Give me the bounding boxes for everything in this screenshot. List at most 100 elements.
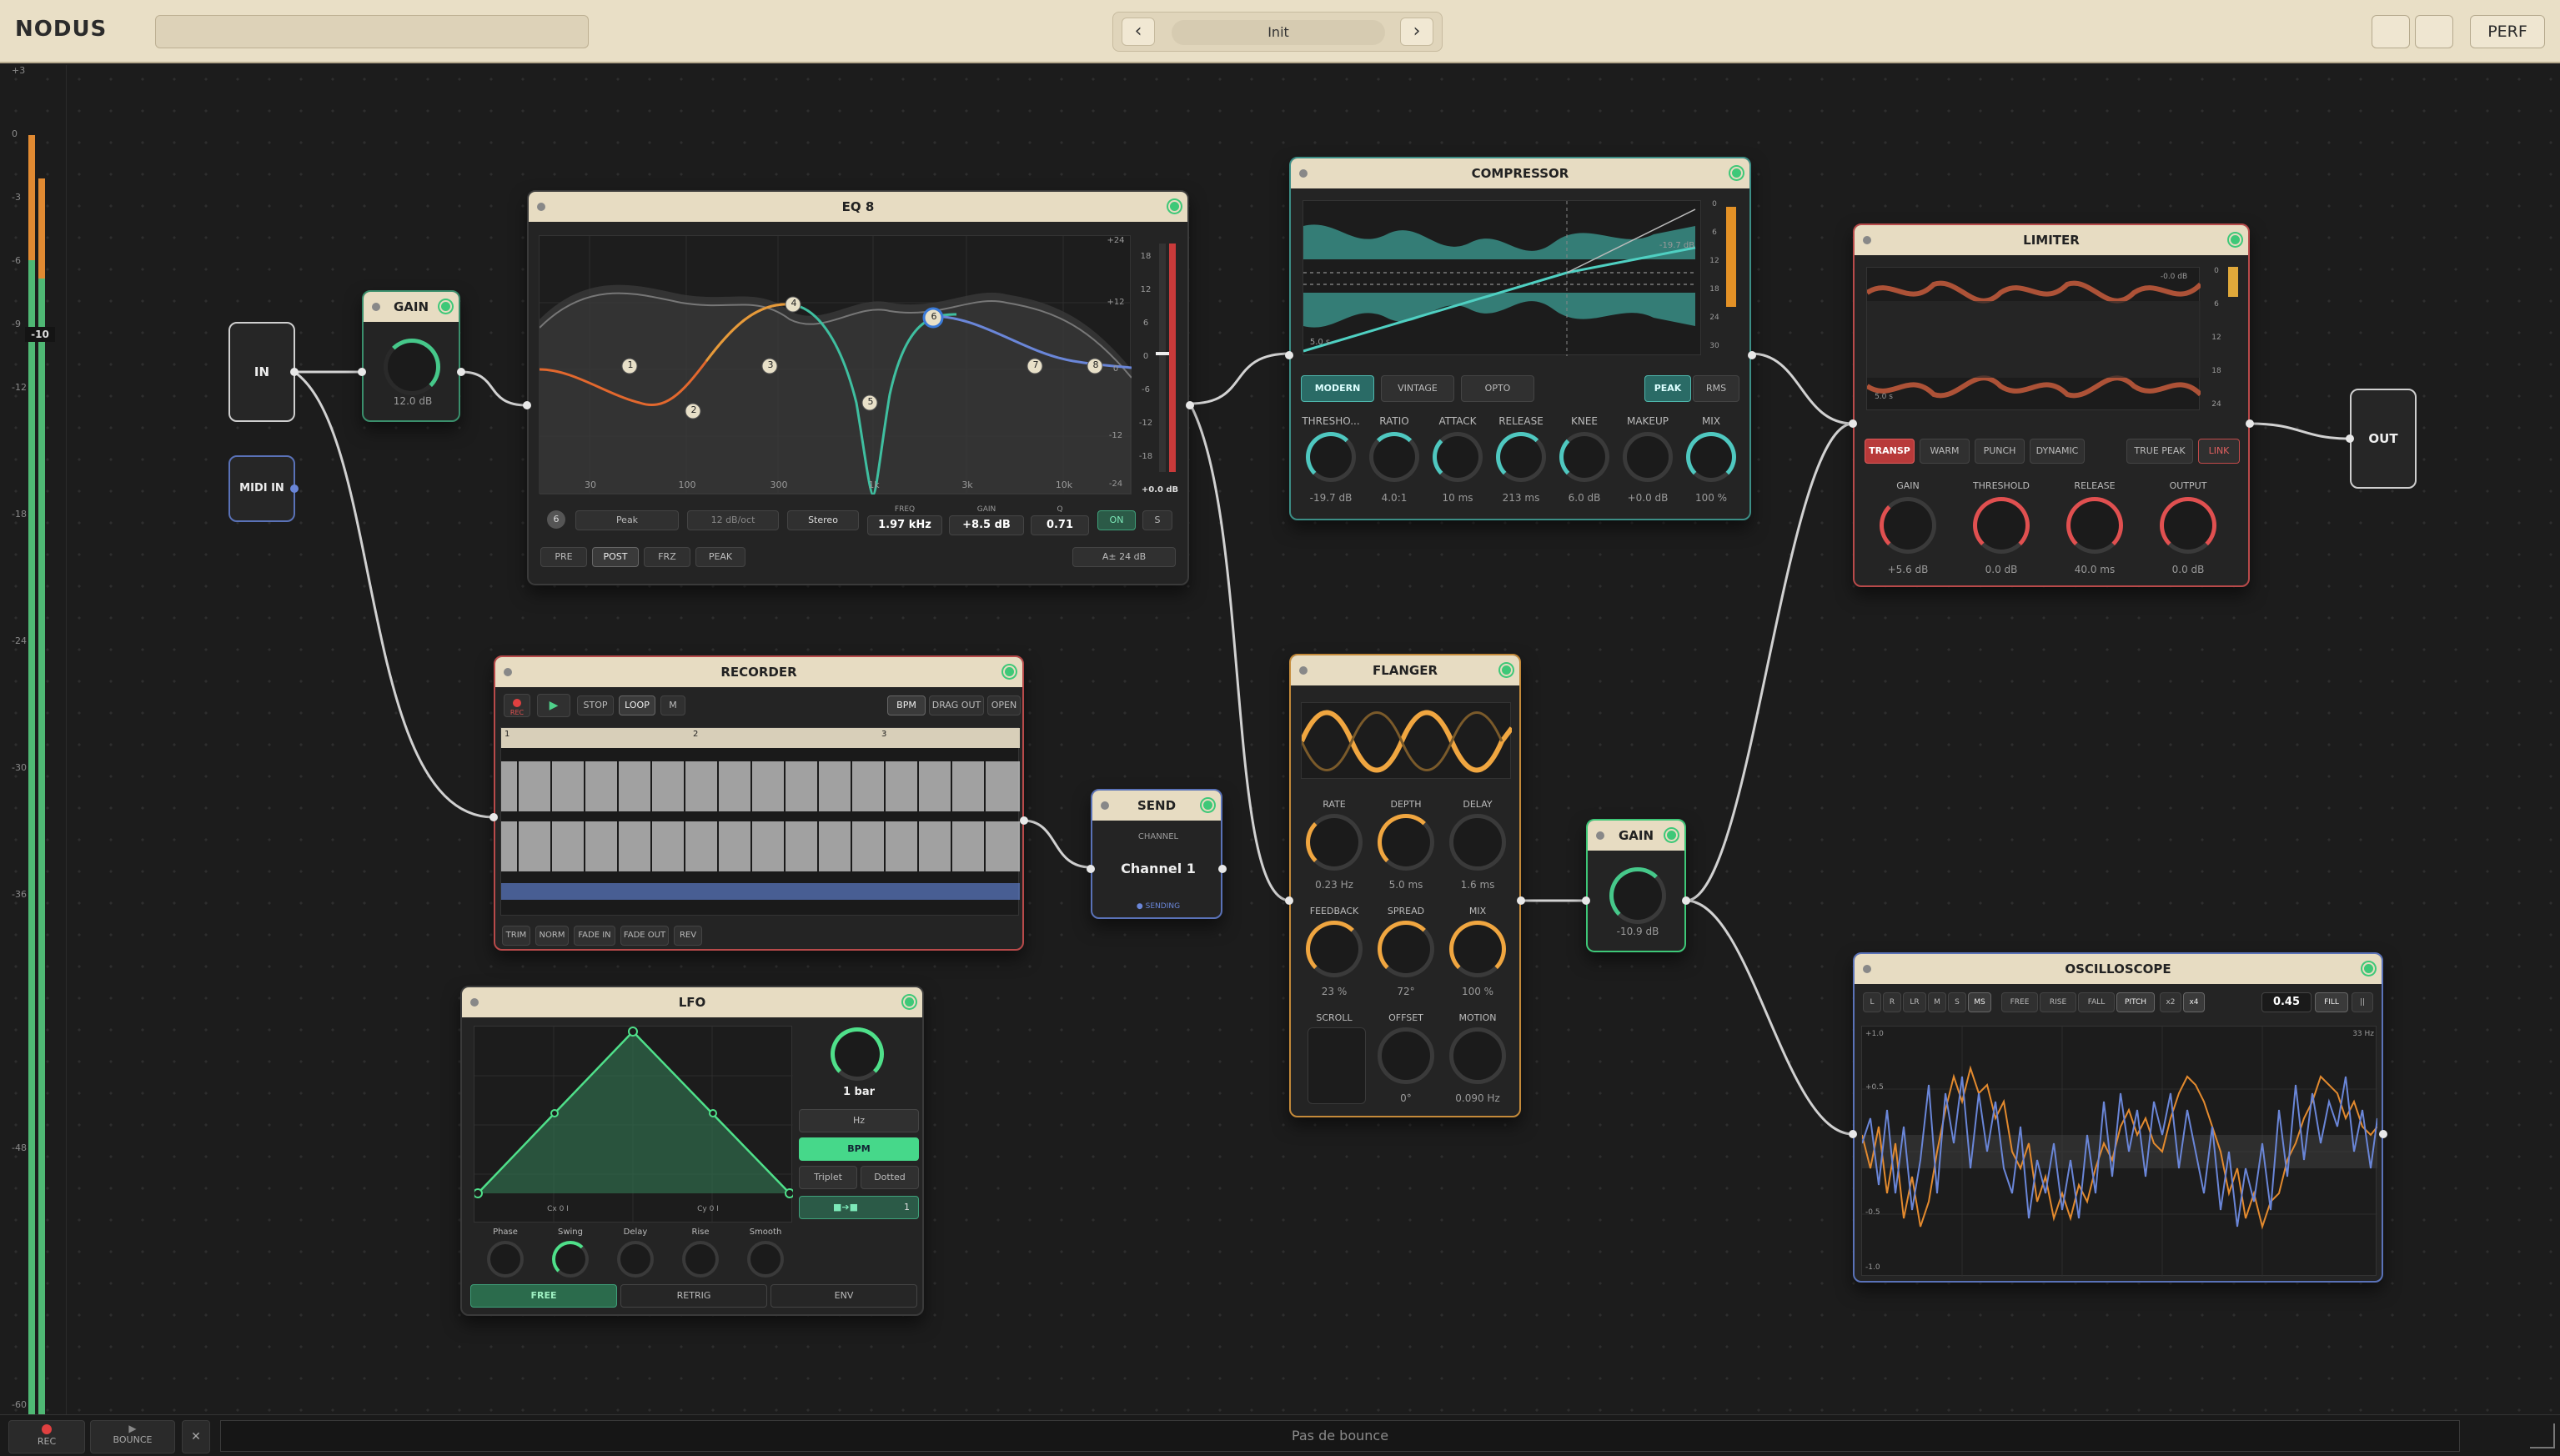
search-input[interactable] [155,15,589,48]
lim-true-peak-button[interactable]: TRUE PEAK [2126,439,2193,464]
lfo-shape-editor[interactable]: Cx 0 I Cy 0 I [474,1026,793,1223]
lfo-header[interactable]: LFO [462,987,922,1017]
power-icon[interactable] [1730,167,1743,179]
fade-out-button[interactable]: FADE OUT [620,926,669,946]
recorder-timeline[interactable]: 1 2 3 [500,727,1020,916]
drag-out-button[interactable]: DRAG OUT [929,695,984,715]
eq-mode-select[interactable]: Stereo [787,510,859,530]
scope-chan-s[interactable]: S [1948,992,1966,1012]
lim-release-knob[interactable] [2066,497,2123,554]
bpm-button[interactable]: BPM [887,695,926,715]
lfo-sync-target[interactable]: ■➔■ 1 [799,1196,919,1219]
lfo-rate-knob[interactable] [831,1027,884,1081]
output-in-port[interactable] [2346,434,2354,443]
comp-release-knob[interactable] [1496,432,1546,482]
flanger-feedback-knob[interactable] [1306,921,1363,977]
lim-threshold-knob[interactable] [1973,497,2030,554]
lfo-smooth-knob[interactable] [747,1241,784,1278]
comp-detect-rms[interactable]: RMS [1693,375,1739,402]
flanger-header[interactable]: FLANGER [1291,655,1519,685]
eq-point-label[interactable]: 5 [865,396,876,407]
scope-zoom-x2[interactable]: x2 [2160,992,2181,1012]
lfo-node[interactable]: LFO Cx 0 I Cy 0 I 1 bar Hz BPM Triplet D… [460,986,924,1316]
gain-node-2[interactable]: GAIN -10.9 dB [1586,819,1686,952]
send-out-port[interactable] [1218,865,1227,873]
comp-detect-peak[interactable]: PEAK [1644,375,1691,402]
output-node[interactable]: OUT [2350,389,2417,489]
lim-output-knob[interactable] [2160,497,2216,554]
comp-threshold-knob[interactable] [1306,432,1356,482]
close-bounce-button[interactable]: ✕ [182,1420,210,1453]
eq-freeze-button[interactable]: FRZ [644,547,690,567]
eq-peak-button[interactable]: PEAK [695,547,745,567]
eq-post-button[interactable]: POST [592,547,639,567]
scope-chan-lr[interactable]: LR [1903,992,1926,1012]
open-button[interactable]: OPEN [987,695,1021,715]
power-icon[interactable] [1003,665,1016,678]
limiter-header[interactable]: LIMITER [1855,225,2248,255]
limiter-node[interactable]: LIMITER -0.0 dB 5.0 s 0 6 12 18 24 TRANS… [1853,223,2250,587]
gain-1-header[interactable]: GAIN [364,292,459,322]
recorder-in-port[interactable] [489,813,498,821]
lim-link-button[interactable]: LINK [2198,439,2240,464]
cable-in-recorder[interactable] [294,370,494,819]
eq-range-select[interactable]: A± 24 dB [1072,547,1176,567]
cable-limiter-out[interactable] [2249,422,2351,440]
lfo-mode-env[interactable]: ENV [771,1284,917,1308]
eq-q-field[interactable]: 0.71 [1031,515,1089,535]
eq-point-label[interactable]: 8 [1090,359,1102,370]
power-icon[interactable] [903,996,916,1008]
recorder-out-port[interactable] [1020,816,1028,825]
comp-mode-modern[interactable]: MODERN [1301,375,1374,402]
lfo-triplet-button[interactable]: Triplet [799,1166,857,1189]
power-icon[interactable] [1168,200,1181,213]
scope-fill-button[interactable]: FILL [2315,992,2348,1012]
lfo-swing-knob[interactable] [552,1241,589,1278]
cable-gain-scope[interactable] [1685,899,1854,1136]
gain-node-1[interactable]: GAIN 12.0 dB [362,290,460,422]
flanger-mix-knob[interactable] [1449,921,1506,977]
lfo-hz-button[interactable]: Hz [799,1109,919,1132]
send-channel-select[interactable]: Channel 1 [1092,861,1221,876]
eq-out-port[interactable] [1186,401,1194,409]
eq-in-port[interactable] [523,401,531,409]
scope-out-port[interactable] [2379,1130,2387,1138]
scope-chan-l[interactable]: L [1863,992,1881,1012]
lim-gain-knob[interactable] [1880,497,1936,554]
limiter-in-port[interactable] [1849,419,1857,428]
midi-in-node[interactable]: MIDI IN [228,455,295,522]
resize-handle-icon[interactable] [2530,1423,2555,1448]
scope-chan-m[interactable]: M [1928,992,1946,1012]
oscilloscope-node[interactable]: OSCILLOSCOPE L R LR M S MS FREE RISE FAL… [1853,952,2383,1283]
flanger-in-port[interactable] [1285,896,1293,905]
power-icon[interactable] [1202,799,1214,811]
eq8-header[interactable]: EQ 8 [529,192,1187,222]
scope-trig-pitch[interactable]: PITCH [2116,992,2155,1012]
eq-gain-field[interactable]: +8.5 dB [949,515,1024,535]
recorder-header[interactable]: RECORDER [495,657,1022,687]
gain-2-knob[interactable] [1609,867,1666,924]
comp-mode-opto[interactable]: OPTO [1461,375,1534,402]
flanger-delay-knob[interactable] [1449,814,1506,871]
eq-solo-button[interactable]: S [1142,510,1172,530]
limiter-out-port[interactable] [2246,419,2254,428]
lfo-mode-retrig[interactable]: RETRIG [620,1284,767,1308]
comp-makeup-knob[interactable] [1623,432,1673,482]
input-out-port[interactable] [290,368,299,376]
eq-type-select[interactable]: Peak [575,510,679,530]
gain-1-in-port[interactable] [358,368,366,376]
compressor-display[interactable]: -19.7 dB 5.0 s [1303,200,1701,356]
flanger-out-port[interactable] [1517,896,1525,905]
gain-1-knob[interactable] [384,339,440,395]
loop-button[interactable]: LOOP [619,695,655,715]
oscilloscope-header[interactable]: OSCILLOSCOPE [1855,954,2382,984]
redo-button[interactable] [2415,15,2453,48]
flanger-scroll-pad[interactable] [1308,1027,1366,1104]
scope-trig-rise[interactable]: RISE [2040,992,2076,1012]
prev-preset-button[interactable]: ‹ [1122,18,1155,46]
reverse-button[interactable]: REV [674,926,702,946]
comp-out-port[interactable] [1748,351,1756,359]
comp-mode-vintage[interactable]: VINTAGE [1381,375,1454,402]
comp-attack-knob[interactable] [1433,432,1483,482]
metronome-button[interactable]: M [660,695,685,715]
